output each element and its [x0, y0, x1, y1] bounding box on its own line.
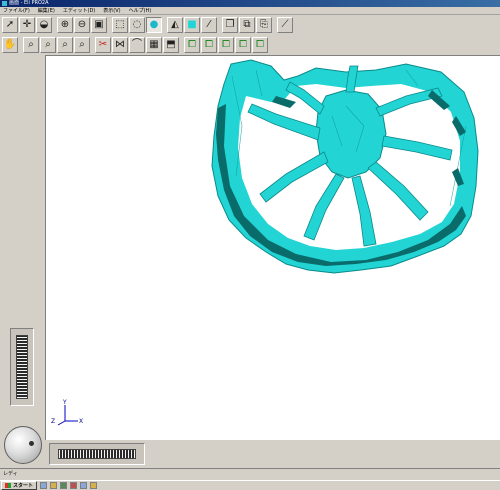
pan-button[interactable]: ✋: [2, 36, 18, 53]
zoom-previous-button[interactable]: ⌕: [57, 36, 73, 53]
menu-edit[interactable]: 編集(E): [38, 7, 55, 15]
wireframe-cube-icon: ⬚: [115, 18, 125, 30]
zoom-in-icon: ⊕: [60, 18, 70, 30]
app-icon: [2, 1, 7, 6]
axis-x-label: X: [79, 418, 83, 425]
hidden-line-button[interactable]: ◌: [129, 16, 145, 33]
zoom-window-icon: ⌕: [45, 38, 51, 50]
view-front-button[interactable]: ⧠: [184, 36, 200, 53]
menu-view[interactable]: 表示(V): [103, 7, 120, 15]
menu-editor[interactable]: エディット(D): [63, 7, 95, 15]
windows-logo-icon: [5, 483, 11, 488]
zoom-all-button[interactable]: ⌕: [74, 36, 90, 53]
shaded-button[interactable]: ●: [146, 16, 162, 33]
grid-button[interactable]: ▦: [146, 36, 162, 53]
copy-icon: ⎘: [260, 18, 268, 30]
line-tool-button[interactable]: ⁄: [201, 16, 217, 33]
view-top-icon: ⧠: [205, 38, 213, 50]
view-iso-icon: ⧠: [239, 38, 247, 50]
cube-view-button[interactable]: ❐: [222, 16, 238, 33]
left-panel: [0, 55, 45, 464]
arc-icon: ⌒: [132, 38, 142, 50]
menu-help[interactable]: ヘルプ(H): [129, 7, 152, 15]
horizontal-jog-grip[interactable]: [58, 449, 136, 459]
zoom-out-icon: ⊖: [77, 18, 87, 30]
media-icon[interactable]: [70, 482, 78, 489]
horizontal-jog-wheel[interactable]: [49, 443, 145, 465]
axis-z-label: Z: [51, 418, 55, 425]
layers-icon: ⧉: [243, 18, 251, 30]
frame-icon: ⬒: [166, 38, 176, 50]
cut-icon: ✂: [98, 38, 108, 50]
zoom-out-button[interactable]: ⊖: [74, 16, 90, 33]
line-tool-icon: ⁄: [208, 18, 210, 30]
start-button[interactable]: スタート: [1, 481, 38, 490]
vertical-jog-grip[interactable]: [16, 335, 28, 399]
zoom-box-button[interactable]: ⌕: [23, 36, 39, 53]
hand-icon: ✋: [3, 38, 17, 50]
crosshair-icon: ✛: [22, 18, 32, 30]
app-launcher-icon[interactable]: [60, 482, 68, 489]
arc-button[interactable]: ⌒: [129, 36, 145, 53]
pointer-tool-button[interactable]: ➚: [2, 16, 18, 33]
ruler-icon: ⟋: [281, 18, 289, 30]
shaded-model: [211, 59, 479, 274]
zoom-previous-icon: ⌕: [62, 38, 68, 50]
ruler-button[interactable]: ⟋: [277, 16, 293, 33]
zoom-in-button[interactable]: ⊕: [57, 16, 73, 33]
view-back-button[interactable]: ⧠: [252, 36, 268, 53]
color-swatch-icon: ■: [187, 18, 197, 30]
view-back-icon: ⧠: [256, 38, 264, 50]
cube-view-icon: ❐: [225, 18, 235, 30]
color-swatch-button[interactable]: ■: [184, 16, 200, 33]
fit-view-button[interactable]: ▣: [91, 16, 107, 33]
zoom-all-icon: ⌕: [79, 38, 85, 50]
bucket-tool-button[interactable]: ◒: [36, 16, 52, 33]
shaded-sphere-icon: ●: [149, 18, 159, 30]
desktop-icon[interactable]: [80, 482, 88, 489]
zoom-box-icon: ⌕: [28, 38, 34, 50]
layers-button[interactable]: ⧉: [239, 16, 255, 33]
frame-button[interactable]: ⬒: [163, 36, 179, 53]
status-bar: レディ: [0, 468, 500, 480]
grid-icon: ▦: [149, 38, 159, 50]
main-toolbar: ➚ ✛ ◒ ⊕ ⊖ ▣ ⬚ ◌ ● ◭ ■ ⁄ ❐ ⧉ ⎘ ⟋: [0, 15, 500, 34]
folder-icon[interactable]: [50, 482, 58, 489]
view-iso-button[interactable]: ⧠: [235, 36, 251, 53]
fit-view-icon: ▣: [94, 18, 104, 30]
view-side-button[interactable]: ⧠: [218, 36, 234, 53]
mirror-button[interactable]: ⋈: [112, 36, 128, 53]
copy-button[interactable]: ⎘: [256, 16, 272, 33]
3d-viewport[interactable]: X Y Z: [45, 55, 500, 440]
start-label: スタート: [13, 483, 34, 489]
zoom-window-button[interactable]: ⌕: [40, 36, 56, 53]
axis-triad: X Y Z: [51, 399, 83, 426]
cut-button[interactable]: ✂: [95, 36, 111, 53]
axis-y-label: Y: [62, 399, 67, 406]
vertical-jog-wheel[interactable]: [10, 328, 34, 406]
pointer-icon: ➚: [5, 18, 15, 30]
view-top-button[interactable]: ⧠: [201, 36, 217, 53]
taskbar: スタート: [0, 480, 500, 490]
crosshair-tool-button[interactable]: ✛: [19, 16, 35, 33]
fill-icon: ◭: [171, 18, 179, 30]
status-text: レディ: [3, 471, 18, 477]
view-front-icon: ⧠: [188, 38, 196, 50]
wireframe-button[interactable]: ⬚: [112, 16, 128, 33]
hidden-line-icon: ◌: [132, 18, 142, 30]
menu-bar: ファイル(F) 編集(E) エディット(D) 表示(V) ヘルプ(H): [0, 7, 500, 15]
menu-file[interactable]: ファイル(F): [3, 7, 30, 15]
bucket-icon: ◒: [39, 18, 49, 30]
mirror-icon: ⋈: [115, 38, 125, 50]
view-toolbar: ✋ ⌕ ⌕ ⌕ ⌕ ✂ ⋈ ⌒ ▦ ⬒ ⧠ ⧠ ⧠ ⧠ ⧠: [0, 35, 500, 54]
view-side-icon: ⧠: [222, 38, 230, 50]
fill-button[interactable]: ◭: [167, 16, 183, 33]
bottom-panel: [0, 440, 500, 466]
mail-icon[interactable]: [90, 482, 98, 489]
browser-icon[interactable]: [40, 482, 48, 489]
